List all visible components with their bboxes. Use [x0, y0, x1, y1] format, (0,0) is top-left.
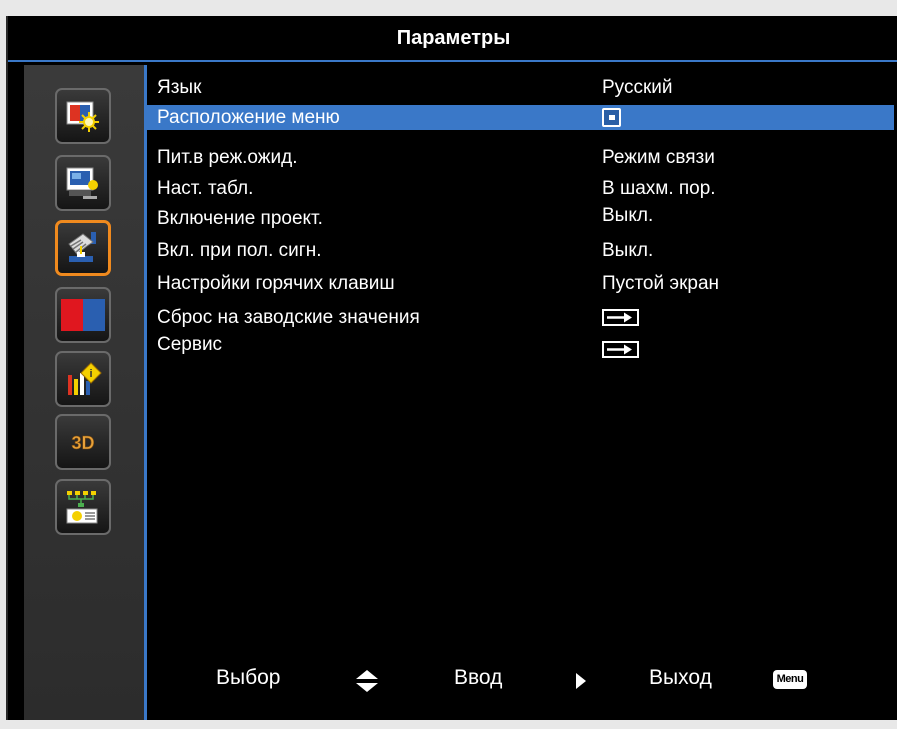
sidebar-item-setup[interactable] — [55, 220, 111, 276]
enter-arrow-icon — [602, 309, 639, 326]
menu-row-standby-power[interactable]: Пит.в реж.ожид. Режим связи — [147, 145, 894, 170]
color-icon — [61, 299, 105, 331]
menu-row-hotkey-settings[interactable]: Настройки горячих клавиш Пустой экран — [147, 271, 894, 296]
right-arrow-icon — [574, 671, 588, 697]
title-bar: Параметры — [8, 16, 897, 62]
row-label: Язык — [157, 77, 202, 98]
row-label: Вкл. при пол. сигн. — [157, 240, 322, 261]
menu-row-signal-power-on[interactable]: Вкл. при пол. сигн. Выкл. — [147, 238, 894, 263]
exit-hint-label: Выход — [649, 666, 712, 689]
row-value: Режим связи — [602, 147, 715, 168]
row-label: Настройки горячих клавиш — [157, 273, 395, 294]
row-value: В шахм. пор. — [602, 178, 716, 199]
sidebar-item-image[interactable] — [55, 88, 111, 144]
sidebar-item-information[interactable]: i — [55, 351, 111, 407]
display-settings-icon — [66, 167, 98, 199]
row-label: Сброс на заводские значения — [157, 307, 420, 328]
settings-window: Параметры i 3D Язык Русский Расположение… — [6, 16, 897, 720]
sidebar-item-display[interactable] — [55, 155, 111, 211]
svg-text:3D: 3D — [71, 433, 94, 453]
row-value: Русский — [602, 77, 673, 98]
menu-row-direct-power-on[interactable]: Включение проект. Выкл. — [147, 205, 894, 231]
information-icon: i — [68, 362, 102, 395]
menu-position-icon — [602, 108, 621, 127]
row-value: Выкл. — [602, 205, 654, 226]
row-label: Расположение меню — [157, 107, 340, 128]
row-value: Пустой экран — [602, 273, 720, 294]
screen-frame: Параметры i 3D Язык Русский Расположение… — [0, 0, 897, 729]
up-down-icon — [354, 668, 380, 700]
network-icon — [66, 491, 98, 524]
row-label: Наст. табл. — [157, 178, 254, 199]
footer-hints: Выбор Ввод Выход Menu — [147, 658, 897, 702]
menu-row-language[interactable]: Язык Русский — [147, 75, 894, 100]
menu-key-icon: Menu — [773, 670, 807, 689]
menu-row-factory-reset[interactable]: Сброс на заводские значения — [147, 305, 894, 330]
sidebar-item-3d[interactable]: 3D — [55, 414, 111, 470]
sidebar: i 3D — [24, 65, 147, 720]
row-label: Сервис — [157, 334, 223, 355]
3d-icon: 3D — [71, 433, 95, 454]
menu-row-test-pattern[interactable]: Наст. табл. В шахм. пор. — [147, 176, 894, 201]
menu-row-service[interactable]: Сервис — [147, 332, 894, 358]
enter-hint-label: Ввод — [454, 666, 503, 689]
row-label: Включение проект. — [157, 208, 323, 229]
select-hint-label: Выбор — [216, 666, 281, 689]
row-value: Выкл. — [602, 240, 654, 261]
enter-arrow-icon — [602, 341, 639, 358]
sidebar-item-color[interactable] — [55, 287, 111, 343]
page-title: Параметры — [396, 26, 511, 49]
sidebar-item-network[interactable] — [55, 479, 111, 535]
menu-content: Язык Русский Расположение меню Пит.в реж… — [147, 65, 897, 720]
image-settings-icon — [66, 101, 99, 132]
setup-hand-icon — [68, 232, 96, 262]
row-label: Пит.в реж.ожид. — [157, 147, 298, 168]
svg-text:i: i — [89, 368, 92, 380]
menu-row-menu-position[interactable]: Расположение меню — [147, 105, 894, 130]
